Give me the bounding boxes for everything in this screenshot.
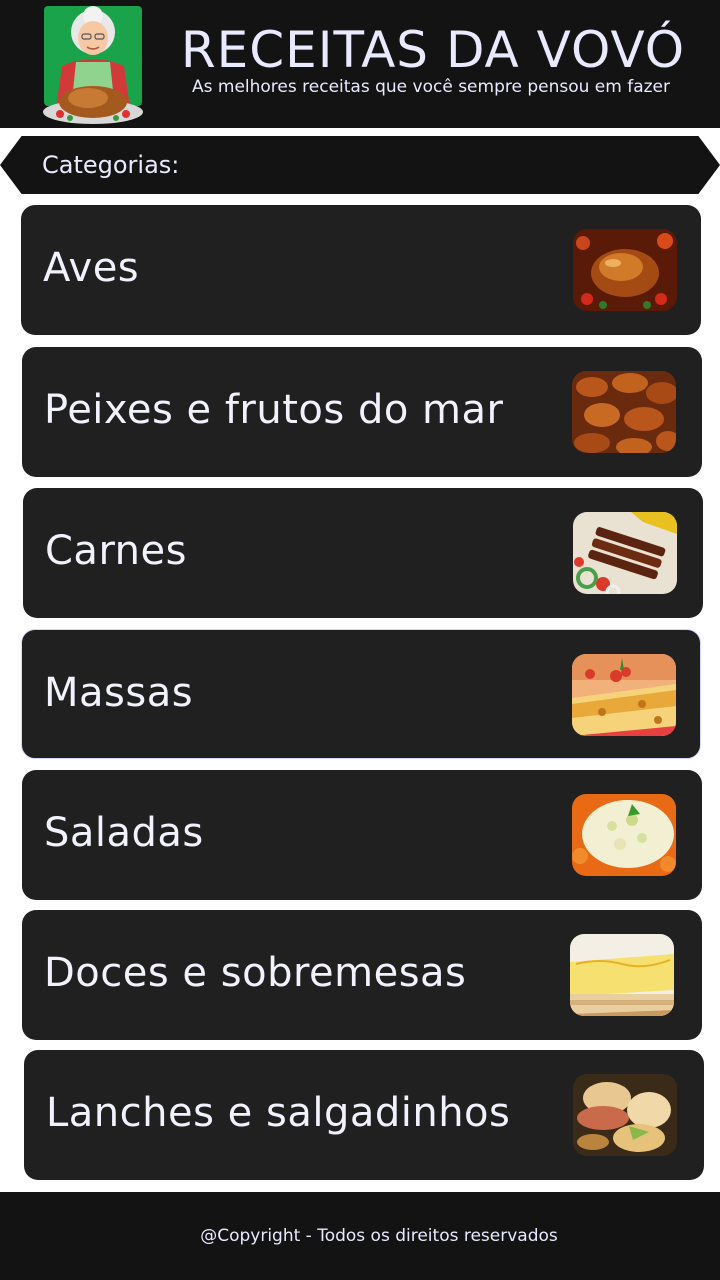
layered-dessert-image: [570, 934, 674, 1016]
category-label: Doces e sobremesas: [44, 950, 467, 996]
category-label: Carnes: [45, 528, 187, 574]
category-label: Aves: [43, 245, 140, 291]
app-footer: @Copyright - Todos os direitos reservado…: [0, 1192, 720, 1280]
category-card-lanches[interactable]: Lanches e salgadinhos: [24, 1050, 704, 1180]
categories-heading: Categorias:: [42, 151, 180, 179]
categories-banner: Categorias:: [0, 136, 720, 194]
category-label: Lanches e salgadinhos: [46, 1090, 511, 1136]
savory-snacks-image: [573, 1074, 677, 1156]
category-card-aves[interactable]: Aves: [21, 205, 701, 335]
potato-salad-image: [572, 794, 676, 876]
baked-pasta-image: [572, 654, 676, 736]
app-title: RECEITAS DA VOVÓ: [180, 21, 686, 79]
app-subtitle: As melhores receitas que você sempre pen…: [192, 77, 670, 97]
category-label: Peixes e frutos do mar: [44, 387, 504, 433]
copyright-text: @Copyright - Todos os direitos reservado…: [200, 1226, 558, 1246]
category-label: Saladas: [44, 810, 204, 856]
app-header: RECEITAS DA VOVÓ As melhores receitas qu…: [0, 0, 720, 128]
roast-chicken-image: [573, 229, 677, 311]
category-card-saladas[interactable]: Saladas: [22, 770, 702, 900]
meat-skewers-image: [573, 512, 677, 594]
fried-shrimp-image: [572, 371, 676, 453]
category-card-peixes[interactable]: Peixes e frutos do mar: [22, 347, 702, 477]
grandma-logo-icon: [40, 4, 146, 128]
category-label: Massas: [44, 670, 194, 716]
category-card-carnes[interactable]: Carnes: [23, 488, 703, 618]
category-card-doces[interactable]: Doces e sobremesas: [22, 910, 702, 1040]
category-card-massas[interactable]: Massas: [21, 629, 701, 759]
